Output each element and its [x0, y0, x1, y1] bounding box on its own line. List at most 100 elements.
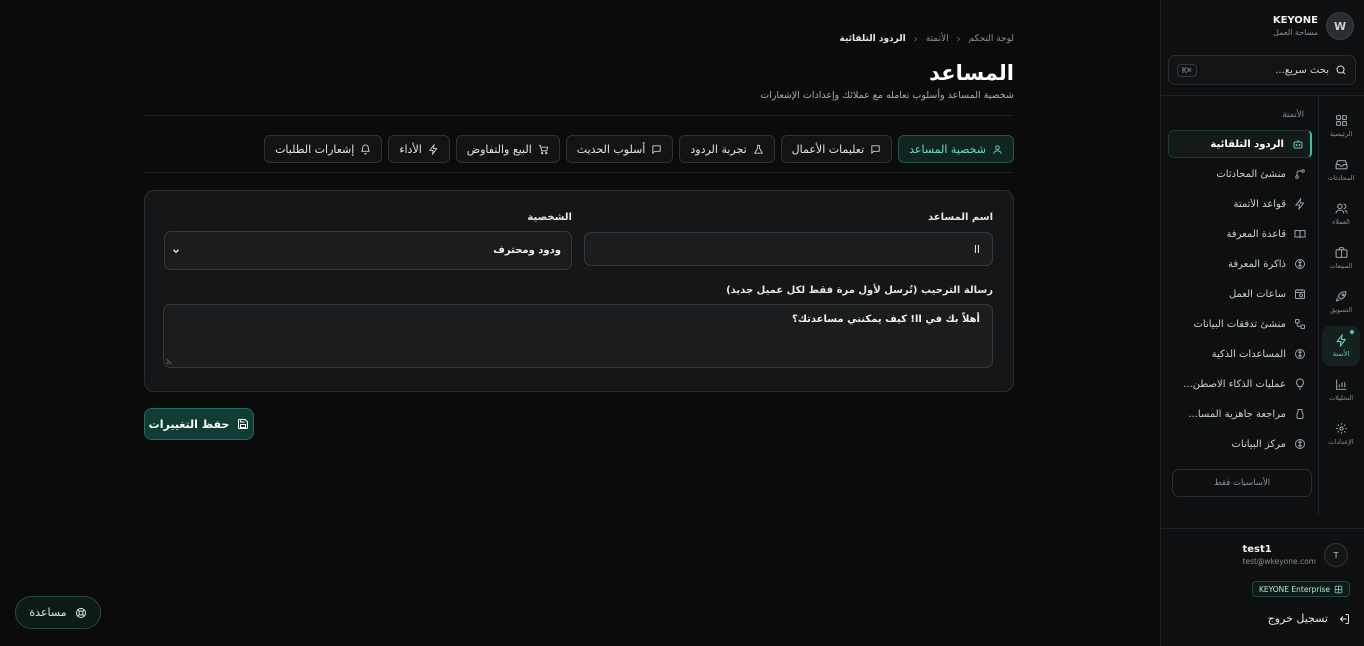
rail-item-sales[interactable]: المبيعات: [1322, 238, 1360, 278]
menu-item-knowledge-base[interactable]: قاعدة المعرفة: [1168, 220, 1312, 248]
tab-performance[interactable]: الأداء: [388, 135, 450, 163]
divider: [144, 172, 1014, 173]
tab-label: تعليمات الأعمال: [791, 142, 865, 156]
help-label: مساعدة: [29, 606, 67, 619]
user-icon: [993, 144, 1002, 154]
tab-reply-testing[interactable]: تجربة الردود: [679, 135, 775, 163]
menu-item-label: قاعدة المعرفة: [1226, 228, 1286, 240]
logout-icon: [1339, 613, 1349, 624]
breadcrumb-automation[interactable]: الأتمتة: [926, 34, 949, 44]
lifebuoy-icon: [75, 607, 86, 618]
rail-label: المبيعات: [1329, 262, 1353, 270]
inbox-icon: [1335, 160, 1347, 170]
bell-icon: [361, 144, 371, 155]
menu-item-data-center[interactable]: مركز البيانات: [1168, 430, 1312, 458]
icon-rail: الرئيسية المحادثات العملاء المبيعات التس…: [1318, 96, 1364, 516]
book-icon: [1294, 230, 1306, 239]
menu-item-business-hours[interactable]: ساعات العمل: [1168, 280, 1312, 308]
menu-item-label: المساعدات الذكية: [1211, 348, 1286, 360]
divider: [144, 115, 1014, 116]
rail-label: الإعدادات: [1328, 438, 1354, 446]
help-button[interactable]: مساعدة: [15, 596, 101, 629]
page-subtitle: شخصية المساعد وأسلوب تعامله مع عملائك وإ…: [760, 90, 1014, 101]
plan-badge: KEYONE Enterprise: [1251, 581, 1350, 597]
brain-icon: [1295, 439, 1305, 449]
rail-label: العملاء: [1332, 218, 1350, 226]
search-input[interactable]: [1202, 64, 1329, 76]
assistant-name-label: اسم المساعد: [927, 212, 993, 223]
search-shortcut: ⌘K: [1177, 63, 1197, 77]
rail-label: الأتمتة: [1332, 350, 1350, 358]
welcome-message-text: أهلاً بك في ll! كيف يمكنني مساعدتك؟: [792, 314, 980, 325]
rail-item-automation[interactable]: الأتمتة: [1322, 326, 1360, 366]
menu-item-automation-rules[interactable]: قواعد الأتمتة: [1168, 190, 1312, 218]
menu-item-smart-assistants[interactable]: المساعدات الذكية: [1168, 340, 1312, 368]
rail-label: التسويق: [1329, 306, 1353, 314]
quick-search[interactable]: ⌘K: [1168, 55, 1356, 85]
page-title: المساعد: [929, 61, 1014, 85]
active-dot: [1350, 330, 1354, 334]
bar-chart-icon: [1335, 379, 1346, 390]
grid-icon: [1334, 585, 1343, 593]
persona-selected-value: ودود ومحترف: [493, 245, 561, 256]
rail-label: التحليلات: [1328, 394, 1354, 402]
bolt-icon: [1335, 334, 1346, 347]
persona-label: الشخصية: [527, 212, 572, 223]
flow-icon: [1295, 169, 1305, 179]
rail-item-settings[interactable]: الإعدادات: [1322, 414, 1360, 454]
menu-section-title: الأتمتة: [1282, 110, 1304, 120]
bolt-icon: [428, 143, 438, 155]
briefcase-icon: [1335, 247, 1347, 258]
persona-select[interactable]: ودود ومحترف: [164, 231, 572, 270]
assistant-settings-card: اسم المساعد الشخصية ودود ومحترف رسالة ال…: [144, 190, 1014, 392]
user-profile[interactable]: T test1 test@wkeyone.com: [1242, 543, 1348, 567]
logout-label: تسجيل خروج: [1267, 612, 1328, 625]
menu-item-data-flow-builder[interactable]: منشئ تدفقات البيانات: [1168, 310, 1312, 338]
tab-speaking-style[interactable]: أسلوب الحديث: [565, 135, 674, 163]
bolt-icon: [1295, 198, 1305, 210]
basics-only-button[interactable]: الأساسيات فقط: [1172, 469, 1312, 497]
menu-item-label: ذاكرة المعرفة: [1227, 258, 1286, 270]
menu-item-label: عمليات الذكاء الاصطن...: [1183, 378, 1286, 390]
workflow-icon: [1295, 319, 1305, 329]
menu-item-conversation-builder[interactable]: منشئ المحادثات: [1168, 160, 1312, 188]
breadcrumb-dashboard[interactable]: لوحة التحكم: [969, 34, 1014, 44]
search-icon: [1335, 64, 1347, 76]
save-label: حفظ التغييرات: [148, 417, 230, 431]
workspace-brand[interactable]: W KEYONE مساحة العمل: [1273, 12, 1354, 40]
rail-item-home[interactable]: الرئيسية: [1322, 106, 1360, 146]
brand-logo: W: [1326, 12, 1354, 40]
logout-button[interactable]: تسجيل خروج: [1268, 612, 1350, 625]
tab-bar: شخصية المساعد تعليمات الأعمال تجربة الرد…: [144, 135, 1014, 163]
menu-item-auto-replies[interactable]: الردود التلقائية: [1168, 130, 1312, 158]
bot-icon: [1293, 140, 1303, 149]
plan-label: KEYONE Enterprise: [1258, 584, 1330, 594]
brain-icon: [1295, 259, 1305, 269]
menu-item-knowledge-memory[interactable]: ذاكرة المعرفة: [1168, 250, 1312, 278]
menu-item-label: قواعد الأتمتة: [1233, 198, 1286, 210]
tab-assistant-persona[interactable]: شخصية المساعد: [898, 135, 1014, 163]
menu-item-label: منشئ المحادثات: [1216, 168, 1286, 180]
automation-menu: الأتمتة الردود التلقائية منشئ المحادثات …: [1168, 106, 1312, 460]
rail-item-marketing[interactable]: التسويق: [1322, 282, 1360, 322]
chevron-down-icon: [173, 248, 179, 253]
tab-order-notifications[interactable]: إشعارات الطلبات: [264, 135, 383, 163]
menu-item-readiness-review[interactable]: مراجعة جاهزية المسا...: [1168, 400, 1312, 428]
resize-handle-icon[interactable]: [166, 357, 174, 365]
assistant-name-input[interactable]: [584, 232, 993, 266]
main-content: لوحة التحكم ‹ الأتمتة ‹ الردود التلقائية…: [144, 28, 1014, 440]
tab-label: أسلوب الحديث: [576, 142, 646, 156]
tab-sales-negotiation[interactable]: البيع والتفاوض: [455, 135, 560, 163]
grid-icon: [1335, 115, 1347, 126]
menu-item-ai-operations[interactable]: عمليات الذكاء الاصطن...: [1168, 370, 1312, 398]
save-changes-button[interactable]: حفظ التغييرات: [144, 408, 254, 440]
rail-item-analytics[interactable]: التحليلات: [1322, 370, 1360, 410]
welcome-message-textarea[interactable]: أهلاً بك في ll! كيف يمكنني مساعدتك؟: [163, 304, 993, 368]
brand-name: KEYONE: [1272, 15, 1318, 26]
rail-item-conversations[interactable]: المحادثات: [1322, 150, 1360, 190]
cart-icon: [538, 144, 548, 154]
rail-item-customers[interactable]: العملاء: [1322, 194, 1360, 234]
tab-business-instructions[interactable]: تعليمات الأعمال: [780, 135, 893, 163]
brand-subtitle: مساحة العمل: [1273, 28, 1318, 37]
menu-item-label: مركز البيانات: [1231, 438, 1286, 450]
